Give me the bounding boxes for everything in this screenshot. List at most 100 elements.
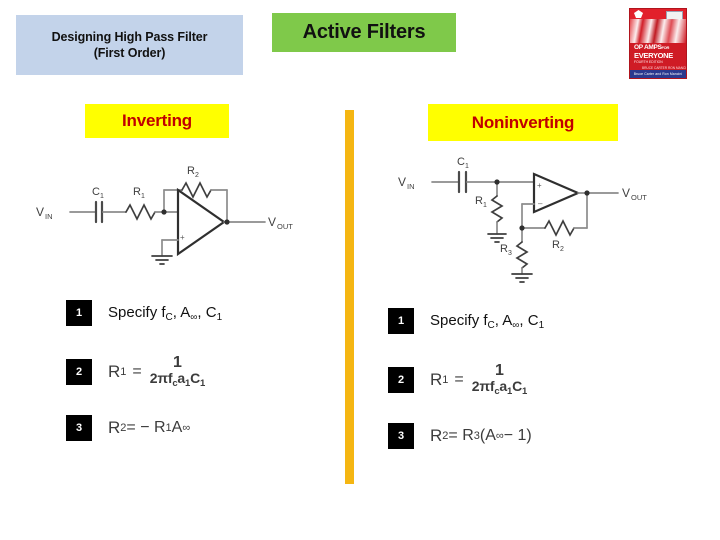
formula-r1: R1 = 1 2πfca1C1 <box>108 354 207 390</box>
step-text-part: Specify f <box>108 303 166 321</box>
node-dot <box>519 225 525 231</box>
step-number-badge: 3 <box>66 415 92 441</box>
svg-text:IN: IN <box>407 182 415 191</box>
fraction-denominator: 2πfca1C1 <box>471 378 528 398</box>
step-row: 2 R1 = 1 2πfca1C1 <box>388 362 529 398</box>
book-cover-artwork <box>630 19 686 43</box>
den-part: C <box>512 378 523 395</box>
node-dot <box>224 219 230 225</box>
formula-lhs-sub: 1 <box>442 373 449 386</box>
step-text-part: C <box>487 319 495 331</box>
step-text-part: 1 <box>538 319 545 331</box>
noninverting-high-pass-filter-circuit: V IN V OUT C 1 R 1 R 2 R 3 + – <box>398 156 647 283</box>
formula-r1: R1 = 1 2πfca1C1 <box>430 362 529 398</box>
den-part: C <box>190 370 201 387</box>
den-part: 2πf <box>471 378 495 395</box>
step-text: Specify fC, A∞, C1 <box>430 312 544 331</box>
step-text-part: C <box>165 311 173 323</box>
book-cover-edition: FOURTH EDITION <box>634 60 663 64</box>
step-text-part: , C <box>197 303 217 321</box>
step-text-part: , A <box>494 311 513 329</box>
formula-lhs-sub: 1 <box>120 365 127 378</box>
slide-title-box: Designing High Pass Filter (First Order) <box>16 15 243 75</box>
heading-noninverting-label: Noninverting <box>471 112 575 132</box>
step-row: 3 R2 = R 3 (A ∞ − 1) <box>388 423 532 449</box>
svg-text:+: + <box>537 181 542 190</box>
svg-text:R: R <box>187 165 195 177</box>
formula-equals: = <box>454 370 464 388</box>
formula-part: (A <box>479 427 496 444</box>
svg-text:1: 1 <box>100 193 104 200</box>
column-divider-bar <box>345 110 354 484</box>
svg-text:V: V <box>36 205 44 219</box>
formula-r2: R2 = R 3 (A ∞ − 1) <box>430 426 532 446</box>
den-part: a <box>499 378 508 395</box>
svg-text:1: 1 <box>465 163 469 170</box>
book-title-main: OP AMPS <box>634 44 662 51</box>
step-number-badge: 1 <box>66 300 92 326</box>
node-dot <box>584 190 590 196</box>
svg-text:1: 1 <box>483 202 487 209</box>
slide-title-line1: Designing High Pass Filter <box>51 30 208 44</box>
formula-part: − 1) <box>503 427 532 444</box>
node-dot <box>161 209 167 215</box>
step-row: 2 R1 = 1 2πfca1C1 <box>66 354 207 390</box>
svg-text:IN: IN <box>45 212 53 221</box>
slide-title-line2: (First Order) <box>93 46 166 60</box>
svg-text:R: R <box>133 186 141 198</box>
step-number-badge: 2 <box>388 366 414 393</box>
step-text-part: , C <box>519 311 539 329</box>
heading-inverting-label: Inverting <box>122 111 192 130</box>
step-text-part: 1 <box>216 311 223 323</box>
formula-r2: R2 = − R1 A ∞ <box>108 418 190 438</box>
formula-lhs: R <box>108 361 121 381</box>
formula-part: ∞ <box>495 430 504 442</box>
svg-text:1: 1 <box>141 193 145 200</box>
svg-text:V: V <box>398 175 406 189</box>
svg-text:2: 2 <box>195 172 199 179</box>
heading-inverting: Inverting <box>85 104 229 138</box>
den-part: 1 <box>200 378 206 390</box>
formula-part: R <box>430 426 443 445</box>
svg-text:C: C <box>457 156 465 168</box>
svg-text:OUT: OUT <box>631 193 647 202</box>
step-number-badge: 2 <box>66 358 92 385</box>
formula-part: ∞ <box>182 422 191 434</box>
book-cover-title-line1: OP AMPSFOR <box>634 44 669 51</box>
svg-text:OUT: OUT <box>277 222 293 231</box>
fraction-numerator: 1 <box>494 362 504 379</box>
book-cover-bottom-band: Bruce Carter and Ron Mancini <box>630 70 686 78</box>
formula-fraction: 1 2πfca1C1 <box>150 354 206 390</box>
svg-text:R: R <box>552 239 560 251</box>
step-text-part: , A <box>172 303 191 321</box>
book-cover-title-line2: EVERYONE <box>634 51 674 60</box>
fraction-denominator: 2πfca1C1 <box>150 370 206 390</box>
svg-text:V: V <box>268 215 276 229</box>
formula-equals: = <box>132 362 142 380</box>
formula-fraction: 1 2πfca1C1 <box>471 362 528 398</box>
fraction-numerator: 1 <box>172 354 182 371</box>
den-part: 1 <box>522 386 528 398</box>
deck-title-box: Active Filters <box>272 13 456 52</box>
svg-text:3: 3 <box>508 250 512 257</box>
formula-part: = R <box>448 427 474 444</box>
svg-text:R: R <box>500 243 508 255</box>
svg-text:2: 2 <box>560 246 564 253</box>
book-cover-publisher: Bruce Carter and Ron Mancini <box>633 72 683 76</box>
svg-text:–: – <box>538 199 543 208</box>
svg-text:R: R <box>475 195 483 207</box>
step-text: Specify fC, A∞, C1 <box>108 304 222 323</box>
step-row: 1 Specify fC, A∞, C1 <box>388 308 544 334</box>
book-title-suffix: FOR <box>661 45 670 50</box>
step-row: 3 R2 = − R1 A ∞ <box>66 415 190 441</box>
step-number-badge: 1 <box>388 308 414 334</box>
step-number-badge: 3 <box>388 423 414 449</box>
heading-noninverting: Noninverting <box>428 104 618 141</box>
deck-title: Active Filters <box>302 21 426 43</box>
svg-text:C: C <box>92 186 100 198</box>
step-text-part: Specify f <box>430 311 488 329</box>
step-row: 1 Specify fC, A∞, C1 <box>66 300 222 326</box>
book-cover-image: OP AMPSFOR EVERYONE FOURTH EDITION BRUCE… <box>629 8 687 79</box>
formula-lhs: R <box>430 369 443 389</box>
svg-text:V: V <box>622 186 630 200</box>
